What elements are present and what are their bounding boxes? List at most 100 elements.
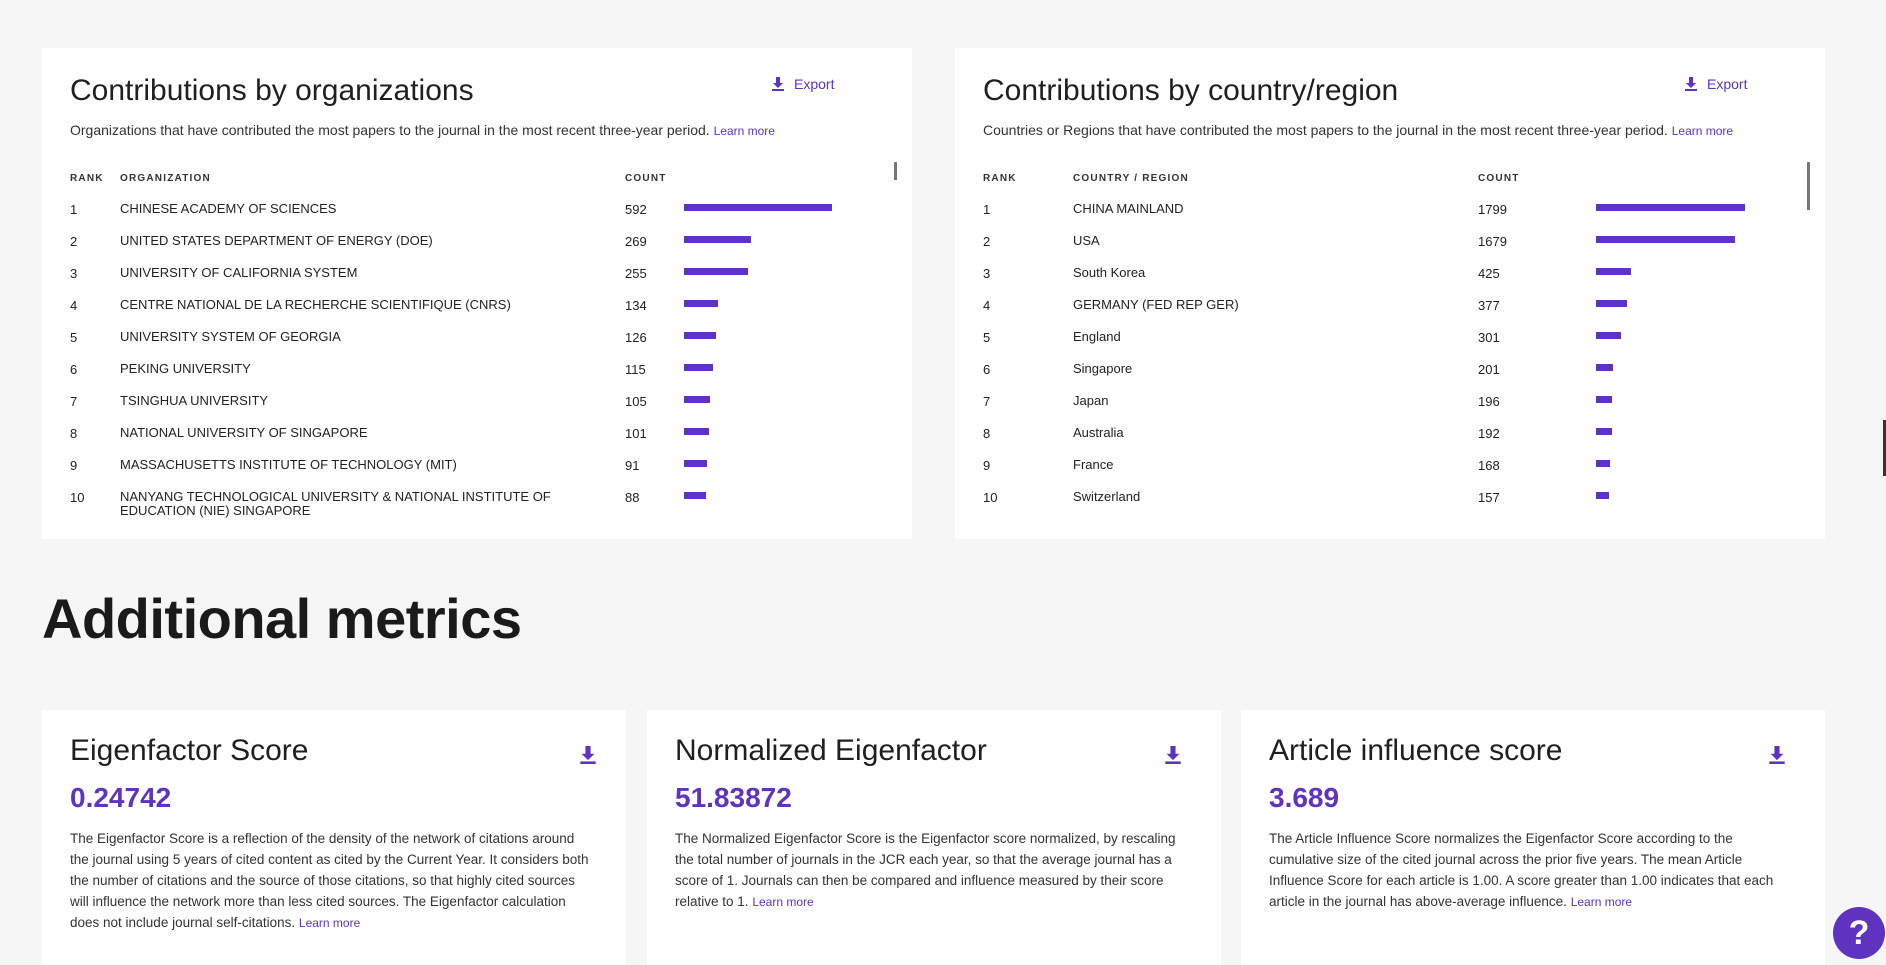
count-cell: 88: [625, 490, 640, 505]
normalized-eigenfactor-title: Normalized Eigenfactor: [675, 734, 987, 767]
count-cell: 192: [1478, 426, 1500, 441]
rank-cell: 4: [70, 298, 78, 313]
download-icon: [772, 77, 784, 91]
country-description: Countries or Regions that have contribut…: [983, 122, 1733, 138]
rank-cell: 6: [70, 362, 78, 377]
table-row: 10 NANYANG TECHNOLOGICAL UNIVERSITY & NAT…: [70, 490, 890, 521]
organizations-scrollbar[interactable]: [894, 162, 897, 180]
additional-metrics-heading: Additional metrics: [42, 587, 522, 650]
table-row: 2 USA 1679: [983, 234, 1803, 266]
country-name-header: COUNTRY / REGION: [1073, 173, 1189, 184]
name-cell: UNITED STATES DEPARTMENT OF ENERGY (DOE): [120, 233, 433, 248]
rank-cell: 1: [70, 202, 78, 217]
country-description-text: Countries or Regions that have contribut…: [983, 122, 1668, 138]
name-cell: CHINA MAINLAND: [1073, 202, 1184, 216]
eigenfactor-download-icon[interactable]: [580, 746, 596, 764]
count-cell: 91: [625, 458, 640, 473]
table-row: 7 Japan 196: [983, 394, 1803, 426]
table-row: 6 Singapore 201: [983, 362, 1803, 394]
name-cell: Singapore: [1073, 361, 1133, 376]
rank-cell: 8: [70, 426, 78, 441]
rank-cell: 1: [983, 202, 991, 217]
country-scrollbar[interactable]: [1807, 162, 1810, 210]
count-bar: [684, 428, 709, 435]
help-button[interactable]: ?: [1833, 907, 1885, 959]
article-influence-value: 3.689: [1269, 782, 1340, 813]
table-row: 8 Australia 192: [983, 426, 1803, 458]
count-bar: [684, 396, 710, 403]
rank-cell: 3: [70, 266, 78, 281]
name-cell: Japan: [1073, 393, 1109, 408]
normalized-eigenfactor-learn-more-link[interactable]: Learn more: [752, 895, 813, 909]
table-row: 4 GERMANY (FED REP GER) 377: [983, 298, 1803, 330]
organizations-export-button[interactable]: Export: [772, 76, 834, 92]
count-cell: 126: [625, 330, 647, 345]
name-cell: PEKING UNIVERSITY: [120, 361, 251, 376]
count-bar: [1596, 460, 1610, 467]
normalized-eigenfactor-description: The Normalized Eigenfactor Score is the …: [675, 828, 1195, 913]
article-influence-learn-more-link[interactable]: Learn more: [1571, 895, 1632, 909]
export-label: Export: [1707, 76, 1748, 92]
count-cell: 196: [1478, 394, 1500, 409]
table-row: 9 MASSACHUSETTS INSTITUTE OF TECHNOLOGY (…: [70, 458, 890, 490]
count-bar: [684, 236, 751, 243]
normalized-eigenfactor-card: Normalized Eigenfactor 51.83872 The Norm…: [647, 710, 1221, 965]
organizations-table: 1 CHINESE ACADEMY OF SCIENCES 592 2 UNITED S…: [70, 202, 890, 521]
table-row: 5 UNIVERSITY SYSTEM OF GEORGIA 126: [70, 330, 890, 362]
name-cell: USA: [1073, 233, 1100, 248]
count-cell: 115: [625, 362, 646, 377]
rank-cell: 10: [983, 490, 998, 505]
name-cell: GERMANY (FED REP GER): [1073, 297, 1239, 312]
name-cell: NANYANG TECHNOLOGICAL UNIVERSITY & NATIO…: [120, 489, 551, 518]
count-cell: 1799: [1478, 202, 1507, 217]
organizations-description: Organizations that have contributed the …: [70, 122, 775, 138]
name-cell: Australia: [1073, 425, 1124, 440]
country-learn-more-link[interactable]: Learn more: [1672, 124, 1733, 138]
rank-cell: 6: [983, 362, 991, 377]
article-influence-download-icon[interactable]: [1769, 746, 1785, 764]
rank-cell: 9: [983, 458, 991, 473]
rank-cell: 4: [983, 298, 991, 313]
country-export-button[interactable]: Export: [1685, 76, 1747, 92]
eigenfactor-value: 0.24742: [70, 782, 172, 813]
name-cell: NATIONAL UNIVERSITY OF SINGAPORE: [120, 425, 368, 440]
organizations-description-text: Organizations that have contributed the …: [70, 122, 710, 138]
organizations-card: Contributions by organizations Export Or…: [42, 48, 912, 539]
rank-cell: 8: [983, 426, 991, 441]
count-cell: 168: [1478, 458, 1500, 473]
count-cell: 301: [1478, 330, 1500, 345]
count-bar: [684, 460, 707, 467]
organizations-count-header[interactable]: COUNT: [625, 173, 667, 184]
country-rank-header: RANK: [983, 173, 1017, 184]
count-cell: 377: [1478, 298, 1500, 313]
count-bar: [1596, 364, 1613, 371]
rank-cell: 3: [983, 266, 991, 281]
table-row: 10 Switzerland 157: [983, 490, 1803, 521]
normalized-eigenfactor-download-icon[interactable]: [1165, 746, 1181, 764]
name-cell: England: [1073, 329, 1121, 344]
rank-cell: 7: [983, 394, 991, 409]
count-bar: [1596, 332, 1621, 339]
table-row: 3 UNIVERSITY OF CALIFORNIA SYSTEM 255: [70, 266, 890, 298]
rank-cell: 2: [983, 234, 991, 249]
table-row: 1 CHINA MAINLAND 1799: [983, 202, 1803, 234]
name-cell: France: [1073, 457, 1114, 472]
eigenfactor-card: Eigenfactor Score 0.24742 The Eigenfacto…: [42, 710, 626, 965]
rank-cell: 5: [70, 330, 78, 345]
eigenfactor-description: The Eigenfactor Score is a reflection of…: [70, 828, 590, 934]
name-cell: MASSACHUSETTS INSTITUTE OF TECHNOLOGY (M…: [120, 457, 457, 472]
country-count-header[interactable]: COUNT: [1478, 173, 1520, 184]
organizations-title: Contributions by organizations: [70, 74, 474, 107]
count-bar: [684, 300, 718, 307]
count-cell: 255: [625, 266, 647, 281]
count-bar: [1596, 236, 1735, 243]
organizations-learn-more-link[interactable]: Learn more: [714, 124, 775, 138]
table-row: 1 CHINESE ACADEMY OF SCIENCES 592: [70, 202, 890, 234]
country-card: Contributions by country/region Export C…: [955, 48, 1825, 539]
eigenfactor-learn-more-link[interactable]: Learn more: [299, 916, 360, 930]
count-bar: [684, 364, 713, 371]
count-cell: 157: [1478, 490, 1500, 505]
country-table: 1 CHINA MAINLAND 1799 2 USA 1679 3 South Korea 4…: [983, 202, 1803, 521]
organizations-rank-header: RANK: [70, 173, 104, 184]
name-cell: CENTRE NATIONAL DE LA RECHERCHE SCIENTIF…: [120, 297, 511, 312]
